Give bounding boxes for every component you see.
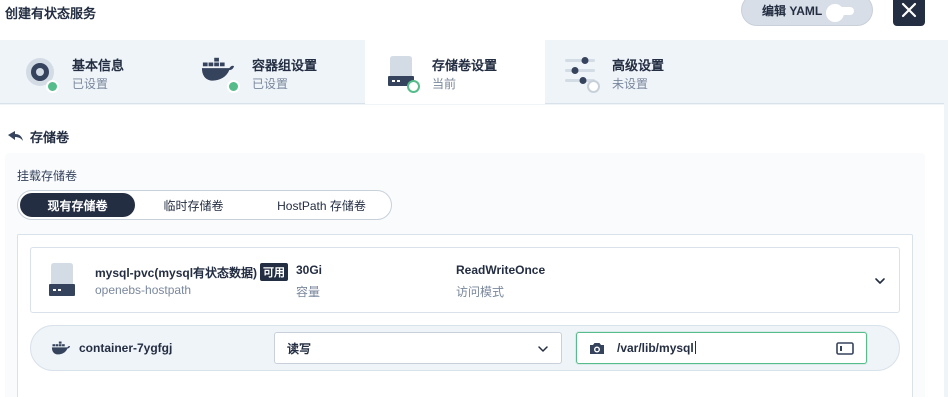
- mount-path-input[interactable]: /var/lib/mysql: [576, 332, 867, 364]
- tab-advanced-settings[interactable]: 高级设置 未设置: [545, 40, 745, 104]
- volume-storage-class: openebs-hostpath: [95, 283, 192, 297]
- tab-title: 容器组设置: [252, 58, 318, 73]
- container-mount-row: container-7ygfgj 读写 /var/lib/mysql: [30, 325, 900, 371]
- status-pending-icon: [587, 80, 600, 93]
- page-title: 创建有状态服务: [5, 6, 97, 21]
- storage-disk-icon: [49, 263, 75, 296]
- segment-temporary-volume[interactable]: 临时存储卷: [136, 193, 251, 217]
- access-mode-value: ReadWriteOnce: [456, 263, 546, 277]
- close-button[interactable]: [893, 0, 925, 26]
- status-badge: 可用: [260, 263, 289, 281]
- tab-container-settings[interactable]: 容器组设置 已设置: [185, 40, 365, 104]
- volume-card[interactable]: mysql-pvc(mysql有状态数据) 可用 openebs-hostpat…: [30, 247, 900, 313]
- back-label: 存储卷: [30, 130, 70, 145]
- container-name: container-7ygfgj: [79, 341, 173, 355]
- volume-capacity-label: 容量: [296, 285, 321, 299]
- docker-whale-icon: [51, 341, 71, 355]
- status-current-icon: [407, 80, 420, 93]
- volume-name: mysql-pvc(mysql有状态数据) 可用: [95, 263, 289, 281]
- chevron-down-icon[interactable]: [873, 274, 887, 288]
- tab-status-text: 已设置: [72, 77, 109, 91]
- mount-panel: 挂载存储卷 现有存储卷 临时存储卷 HostPath 存储卷 mysql-pvc…: [5, 153, 925, 397]
- tab-storage-settings[interactable]: 存储卷设置 当前: [365, 40, 545, 104]
- tab-status-text: 当前: [432, 77, 457, 91]
- mount-path-text: /var/lib/mysql: [617, 341, 694, 355]
- permission-select-value: 读写: [287, 341, 312, 356]
- main-content: 存储卷 挂载存储卷 现有存储卷 临时存储卷 HostPath 存储卷 mysql…: [0, 105, 944, 397]
- status-done-icon: [227, 80, 240, 93]
- segment-hostpath-volume[interactable]: HostPath 存储卷: [254, 193, 389, 217]
- text-caret: [694, 341, 696, 354]
- back-arrow-icon: [8, 130, 23, 141]
- close-icon: [901, 2, 917, 18]
- mount-path-value: /var/lib/mysql: [617, 341, 696, 355]
- modal-header: 创建有状态服务 编辑 YAML: [0, 0, 948, 40]
- camera-icon: [590, 343, 604, 354]
- step-tabs: 基本信息 已设置 容器组设置 已设置 存储卷设置 当前 高级设置 未设置: [0, 40, 944, 104]
- permission-select[interactable]: 读写: [274, 332, 562, 364]
- volume-name-text: mysql-pvc(mysql有状态数据): [95, 265, 258, 280]
- volume-config-box: mysql-pvc(mysql有状态数据) 可用 openebs-hostpat…: [17, 234, 913, 397]
- terminal-icon[interactable]: [836, 342, 854, 355]
- tab-basic-info[interactable]: 基本信息 已设置: [0, 40, 185, 104]
- tab-title: 高级设置: [612, 58, 665, 73]
- back-link[interactable]: 存储卷: [8, 127, 69, 146]
- tab-status-text: 未设置: [612, 77, 649, 91]
- status-done-icon: [46, 80, 59, 93]
- volume-type-segmented-control: 现有存储卷 临时存储卷 HostPath 存储卷: [17, 190, 392, 220]
- tab-title: 基本信息: [72, 58, 125, 73]
- tab-status-text: 已设置: [252, 77, 289, 91]
- access-mode-label: 访问模式: [456, 285, 505, 299]
- edit-yaml-label: 编辑 YAML: [762, 3, 823, 18]
- edit-yaml-toggle[interactable]: 编辑 YAML: [741, 0, 873, 26]
- volume-capacity-value: 30Gi: [296, 263, 323, 277]
- toggle-switch-icon: [826, 4, 854, 22]
- segment-existing-volume[interactable]: 现有存储卷: [20, 193, 135, 217]
- tab-title: 存储卷设置: [432, 58, 498, 73]
- chevron-down-icon: [538, 346, 548, 352]
- mount-volume-label: 挂载存储卷: [17, 169, 78, 183]
